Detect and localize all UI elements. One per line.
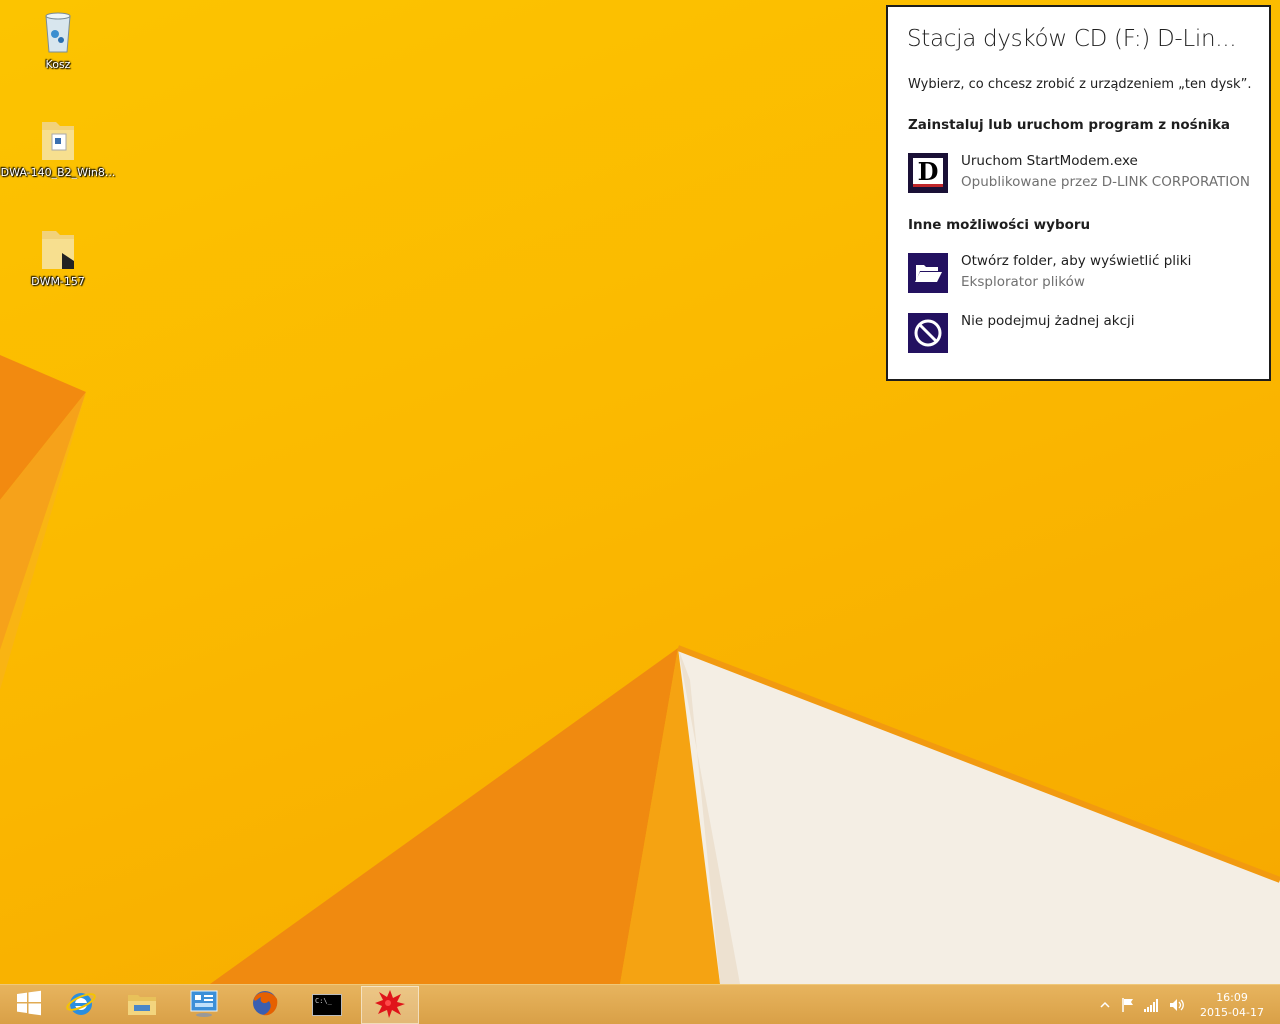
internet-explorer-icon	[65, 987, 97, 1023]
option-run-startmodem[interactable]: D Uruchom StartModem.exe Opublikowane pr…	[908, 153, 1258, 197]
firefox-icon	[249, 987, 281, 1023]
clock-time: 16:09	[1216, 991, 1248, 1004]
desktop-icon-recycle-bin[interactable]: Kosz	[0, 8, 116, 71]
desktop-icon-label: DWM-157	[31, 275, 85, 288]
section-other-options: Inne możliwości wyboru	[908, 217, 1091, 233]
option-open-folder[interactable]: Otwórz folder, aby wyświetlić pliki Eksp…	[908, 253, 1258, 297]
taskbar-control-panel[interactable]	[175, 986, 233, 1024]
folder-icon	[34, 225, 82, 273]
desktop-icon-dwm-157-folder[interactable]: DWM-157	[0, 225, 116, 288]
option-main-label: Nie podejmuj żadnej akcji	[961, 313, 1135, 329]
autoplay-dialog[interactable]: Stacja dysków CD (F:) D-Lin... Wybierz, …	[886, 5, 1271, 381]
dlink-logo-icon: D	[908, 153, 948, 193]
section-install-run: Zainstaluj lub uruchom program z nośnika	[908, 117, 1231, 133]
taskbar-firefox[interactable]	[236, 986, 294, 1024]
taskbar-command-prompt[interactable]: C:\_	[298, 986, 356, 1024]
option-sub-label: Opublikowane przez D-LINK CORPORATION	[961, 174, 1250, 190]
windows-start-icon	[16, 990, 42, 1020]
desktop: Kosz DWA-140_B2_Win8... DWM-157 Stacja d…	[0, 0, 1280, 984]
taskbar-paint-app[interactable]	[361, 986, 419, 1024]
clock-date: 2015-04-17	[1200, 1006, 1264, 1019]
open-folder-icon	[908, 253, 948, 293]
desktop-icon-dwa-140-folder[interactable]: DWA-140_B2_Win8...	[0, 116, 116, 179]
option-take-no-action[interactable]: Nie podejmuj żadnej akcji	[908, 313, 1258, 357]
start-button[interactable]	[0, 986, 58, 1024]
option-main-label: Otwórz folder, aby wyświetlić pliki	[961, 253, 1192, 269]
autoplay-subtitle: Wybierz, co chcesz zrobić z urządzeniem …	[908, 77, 1252, 92]
folder-icon	[34, 116, 82, 164]
recycle-bin-icon	[34, 8, 82, 56]
desktop-icon-label: Kosz	[45, 58, 71, 71]
network-signal-icon[interactable]	[1143, 997, 1159, 1013]
control-panel-icon	[188, 987, 220, 1023]
desktop-icon-label: DWA-140_B2_Win8...	[0, 166, 116, 179]
volume-icon[interactable]	[1168, 997, 1184, 1013]
taskbar: C:\_ 16:09 2015-04-17	[0, 984, 1280, 1024]
cmd-prompt-text: C:\_	[315, 997, 332, 1005]
action-center-flag-icon[interactable]	[1120, 997, 1136, 1013]
paint-splash-icon	[373, 986, 407, 1024]
dlink-letter: D	[918, 157, 939, 186]
taskbar-file-explorer[interactable]	[113, 986, 171, 1024]
taskbar-internet-explorer[interactable]	[52, 986, 110, 1024]
autoplay-title: Stacja dysków CD (F:) D-Lin...	[907, 26, 1237, 52]
file-explorer-icon	[126, 987, 158, 1023]
command-prompt-icon: C:\_	[312, 994, 342, 1016]
show-hidden-icons-icon[interactable]	[1097, 997, 1113, 1013]
option-main-label: Uruchom StartModem.exe	[961, 153, 1138, 169]
no-action-icon	[908, 313, 948, 353]
taskbar-clock[interactable]: 16:09 2015-04-17	[1196, 990, 1268, 1020]
option-sub-label: Eksplorator plików	[961, 274, 1085, 290]
